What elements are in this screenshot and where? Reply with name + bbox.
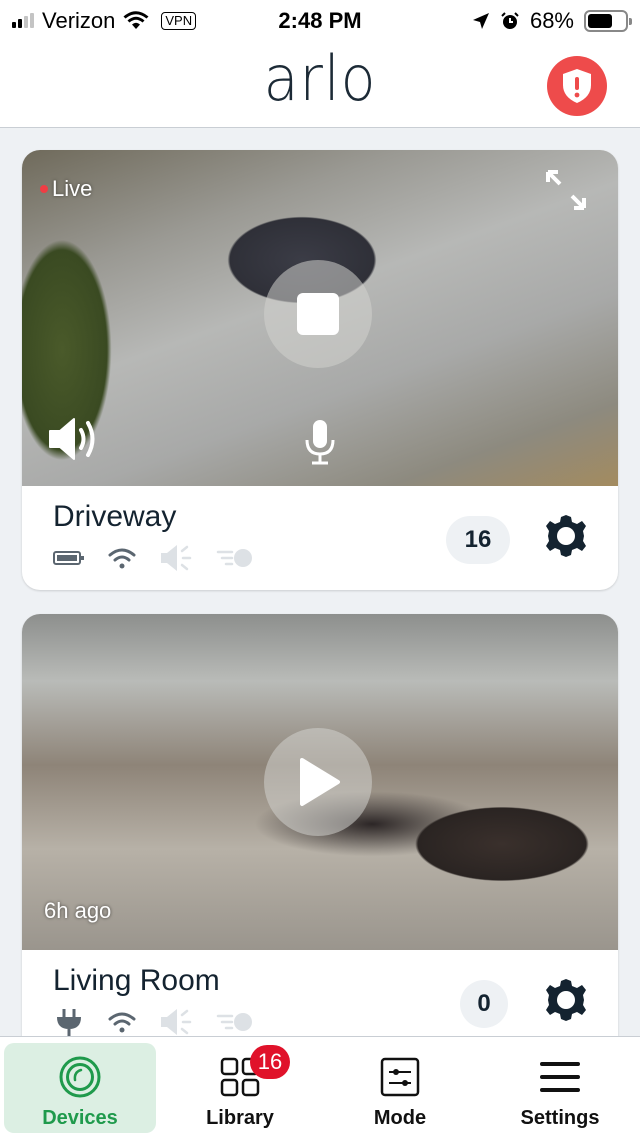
gear-icon xyxy=(546,979,586,1021)
tab-library[interactable]: 16 Library xyxy=(164,1043,316,1133)
tab-mode[interactable]: Mode xyxy=(324,1043,476,1133)
microphone-icon xyxy=(305,420,335,465)
camera-info: Driveway 16 xyxy=(22,486,618,590)
app-header: arlo xyxy=(0,40,640,128)
gear-icon xyxy=(546,515,586,557)
clip-count-badge[interactable]: 0 xyxy=(460,980,508,1028)
camera-card-driveway: Live Driveway 16 xyxy=(22,150,618,590)
push-to-talk-button[interactable] xyxy=(302,418,338,466)
camera-settings-button[interactable] xyxy=(542,512,590,560)
tab-settings[interactable]: Settings xyxy=(484,1043,636,1133)
tab-label: Settings xyxy=(520,1107,600,1129)
shield-alert-icon xyxy=(563,69,591,103)
audio-toggle-button[interactable] xyxy=(48,416,102,462)
device-status-icons xyxy=(53,1008,255,1037)
device-status-icons xyxy=(53,544,255,572)
speaker-icon xyxy=(161,1009,192,1035)
tab-label: Library xyxy=(206,1107,274,1129)
battery-icon xyxy=(53,551,84,565)
status-bar: Verizon VPN 2:48 PM 68% xyxy=(0,0,640,40)
tab-label: Devices xyxy=(42,1107,118,1129)
stop-icon xyxy=(297,293,339,335)
devices-icon xyxy=(59,1056,101,1098)
speaker-volume-icon xyxy=(49,418,95,460)
alarm-icon xyxy=(501,12,519,29)
tab-devices[interactable]: Devices xyxy=(4,1043,156,1133)
battery-percent: 68% xyxy=(529,8,574,33)
menu-icon xyxy=(540,1062,580,1092)
tab-label: Mode xyxy=(373,1107,427,1129)
mode-sliders-icon xyxy=(380,1057,420,1097)
fullscreen-button[interactable] xyxy=(544,168,588,212)
speaker-icon xyxy=(161,545,192,571)
clip-count-badge[interactable]: 16 xyxy=(446,516,510,564)
wifi-icon xyxy=(108,1012,136,1033)
bottom-tab-bar: Devices 16 Library Mode Settings xyxy=(0,1036,640,1136)
camera-card-living-room: 6h ago Living Room 0 xyxy=(22,614,618,1054)
play-icon xyxy=(300,758,340,806)
security-alert-button[interactable] xyxy=(547,56,607,116)
camera-feed[interactable]: Live xyxy=(22,150,618,486)
last-activity-time: 6h ago xyxy=(44,898,112,923)
arlo-logo: arlo xyxy=(263,42,377,115)
camera-name: Driveway xyxy=(53,500,177,533)
play-stream-button[interactable] xyxy=(264,728,372,836)
plug-icon xyxy=(57,1009,81,1037)
spotlight-icon xyxy=(216,549,252,567)
library-count-badge: 16 xyxy=(250,1045,290,1079)
location-arrow-icon xyxy=(472,13,489,29)
spotlight-icon xyxy=(216,1013,252,1031)
expand-icon xyxy=(546,170,586,210)
wifi-icon xyxy=(108,548,136,569)
camera-name: Living Room xyxy=(53,964,220,997)
camera-settings-button[interactable] xyxy=(542,976,590,1024)
live-indicator: Live xyxy=(40,176,92,202)
stop-stream-button[interactable] xyxy=(264,260,372,368)
battery-status-icon xyxy=(584,10,632,32)
camera-snapshot[interactable]: 6h ago xyxy=(22,614,618,950)
live-dot-icon xyxy=(40,185,48,193)
